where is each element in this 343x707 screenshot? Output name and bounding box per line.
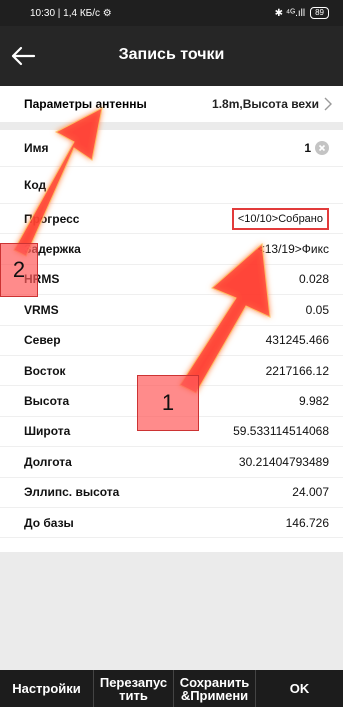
clear-icon[interactable] bbox=[315, 141, 329, 155]
field-value: 2217166.12 bbox=[265, 363, 329, 378]
field-label: VRMS bbox=[24, 302, 59, 317]
annotation-marker-1: 1 bbox=[137, 375, 199, 431]
field-value: 431245.466 bbox=[265, 333, 329, 348]
field-value: 0.05 bbox=[305, 302, 329, 317]
status-bar: 10:30 | 1,4 КБ/с ⚙ ✱ ⁴ᴳ.ıll 89 bbox=[0, 0, 343, 26]
field-label: Имя bbox=[24, 141, 49, 155]
save-label-line2: &Примени bbox=[180, 687, 249, 703]
field-label: Эллипс. высота bbox=[24, 485, 120, 500]
field-row-vrms: VRMS 0.05 bbox=[0, 295, 343, 326]
bottom-toolbar: Настройки Перезапус тить Сохранить &Прим… bbox=[0, 670, 343, 707]
save-label-line1: Сохранить bbox=[179, 674, 250, 690]
field-label: Север bbox=[24, 333, 61, 348]
field-row-ellipsoid-height: Эллипс. высота 24.007 bbox=[0, 478, 343, 508]
field-row-base-distance: До базы 146.726 bbox=[0, 508, 343, 539]
restart-button[interactable]: Перезапус тить bbox=[94, 670, 174, 707]
page-title: Запись точки bbox=[118, 46, 225, 63]
field-row-delay: Задержка <13/19>Фикс bbox=[0, 234, 343, 265]
status-icons: ✱ ⁴ᴳ.ıll 89 bbox=[275, 7, 329, 19]
status-time: 10:30 | 1,4 КБ/с ⚙ bbox=[30, 7, 112, 19]
restart-label-line2: тить bbox=[119, 687, 148, 703]
battery-icon: 89 bbox=[310, 7, 329, 19]
field-label: До базы bbox=[24, 515, 74, 530]
progress-value: <10/10>Собрано bbox=[231, 207, 329, 230]
field-row-code[interactable]: Код bbox=[0, 167, 343, 204]
field-row-longitude: Долгота 30.21404793489 bbox=[0, 447, 343, 478]
annotation-marker-2: 2 bbox=[0, 243, 38, 297]
field-label: Долгота bbox=[24, 454, 72, 469]
antenna-params-row[interactable]: Параметры антенны 1.8m,Высота вехи bbox=[0, 86, 343, 122]
field-label: Задержка bbox=[24, 242, 81, 257]
field-value: 9.982 bbox=[298, 394, 329, 409]
field-value: 59.533114514068 bbox=[233, 424, 329, 439]
field-value: <13/19>Фикс bbox=[257, 242, 329, 257]
chevron-right-icon bbox=[324, 97, 332, 111]
field-label: Широта bbox=[24, 424, 71, 439]
empty-area bbox=[0, 552, 343, 670]
restart-label-line1: Перезапус bbox=[99, 674, 168, 690]
antenna-label: Параметры антенны bbox=[24, 97, 147, 111]
field-value: 30.21404793489 bbox=[238, 454, 329, 469]
field-row-name: Имя 1 bbox=[0, 130, 343, 167]
field-value: 24.007 bbox=[292, 485, 329, 500]
field-row-progress: Прогресс <10/10>Собрано bbox=[0, 204, 343, 235]
save-apply-button[interactable]: Сохранить &Примени bbox=[174, 670, 256, 707]
field-label: Код bbox=[24, 178, 47, 192]
settings-label: Настройки bbox=[12, 681, 81, 696]
name-field[interactable]: 1 bbox=[304, 141, 329, 155]
ok-button[interactable]: OK bbox=[256, 670, 343, 707]
app-bar: Запись точки bbox=[0, 26, 343, 86]
field-row-hrms: HRMS 0.028 bbox=[0, 265, 343, 296]
field-label: Прогресс bbox=[24, 211, 80, 226]
ok-label: OK bbox=[289, 681, 310, 696]
field-row-north: Север 431245.466 bbox=[0, 326, 343, 356]
field-value[interactable]: 1 bbox=[304, 141, 311, 155]
app-screen: 10:30 | 1,4 КБ/с ⚙ ✱ ⁴ᴳ.ıll 89 Запись то… bbox=[0, 0, 343, 707]
antenna-value: 1.8m,Высота вехи bbox=[212, 97, 319, 111]
field-label: HRMS bbox=[24, 272, 60, 287]
signal-icon: ✱ ⁴ᴳ.ıll bbox=[274, 7, 306, 19]
field-value: 0.028 bbox=[298, 272, 329, 287]
point-fields-list: Имя 1 Код Прогресс <10/10>Собрано Задерж… bbox=[0, 130, 343, 552]
settings-button[interactable]: Настройки bbox=[0, 670, 94, 707]
field-value: 146.726 bbox=[285, 515, 329, 530]
